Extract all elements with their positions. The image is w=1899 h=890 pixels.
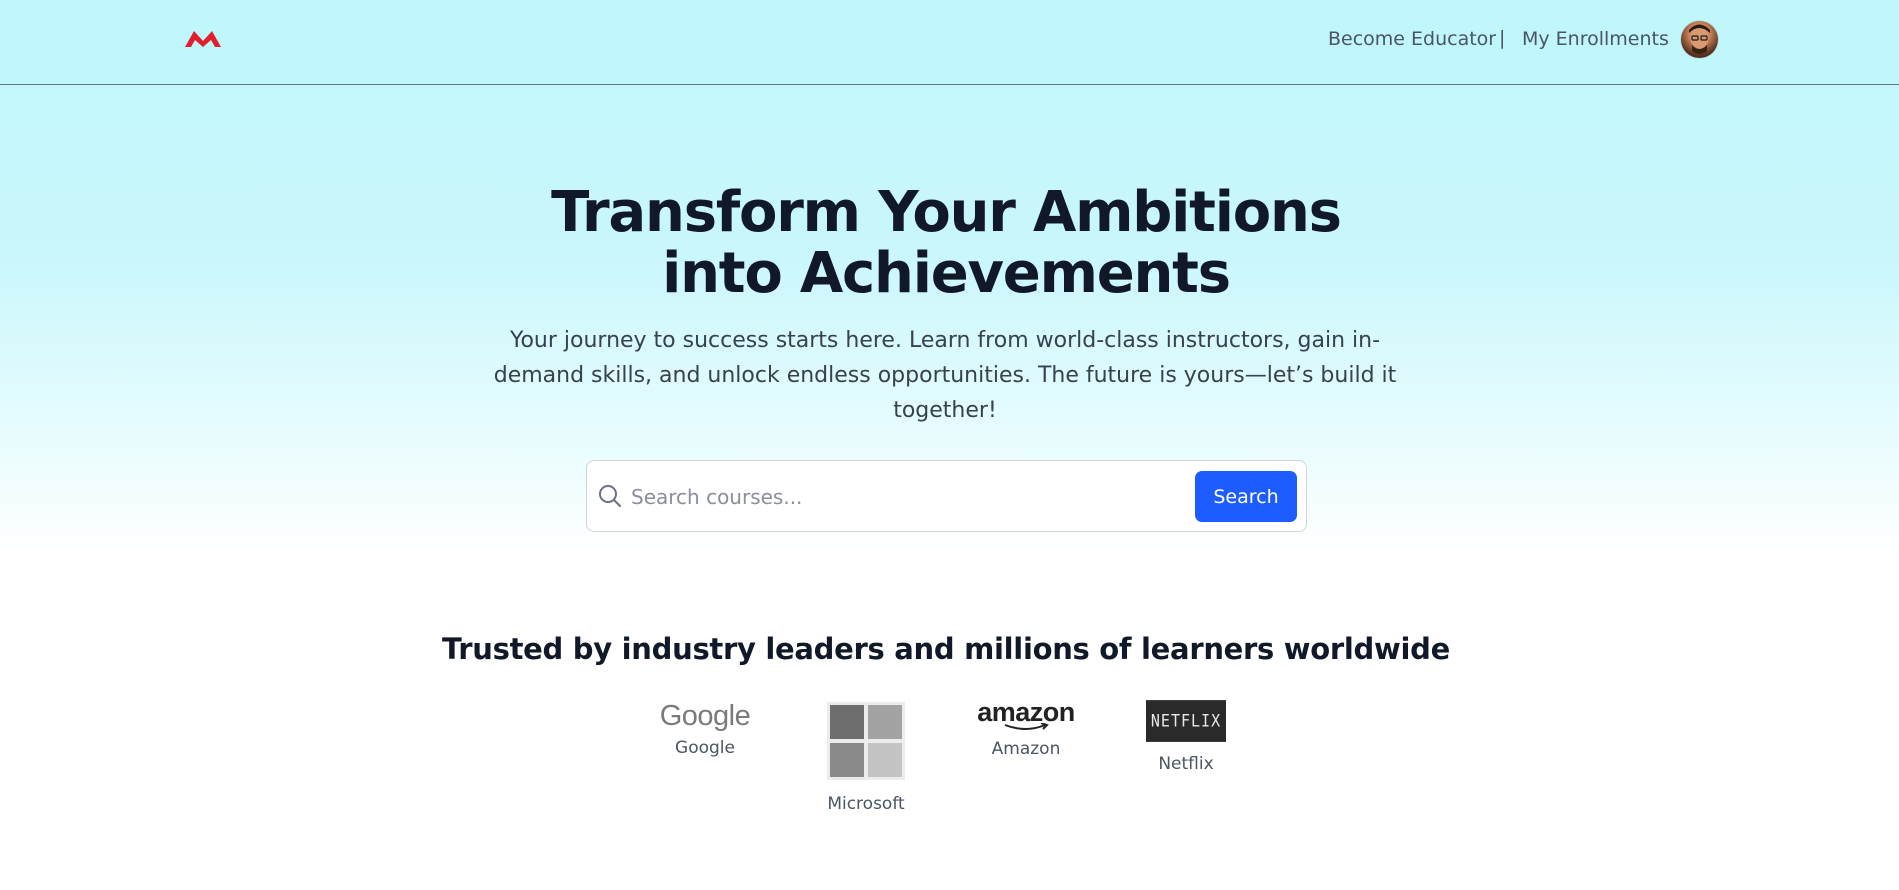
amazon-logo-icon: amazon [977, 697, 1075, 727]
brand-m-logo-icon[interactable] [184, 27, 222, 49]
microsoft-logo-icon [827, 702, 905, 780]
hero-title-line-2: into Achievements [662, 241, 1231, 306]
brand-microsoft: Microsoft [816, 702, 916, 814]
hero-subtitle: Your journey to success starts here. Lea… [493, 328, 1397, 423]
search-button[interactable]: Search [1195, 471, 1297, 522]
nav-separator: | [1499, 27, 1506, 49]
search-input[interactable] [631, 477, 1171, 517]
my-enrollments-link[interactable]: My Enrollments [1522, 28, 1669, 50]
avatar-face-icon [1689, 24, 1710, 54]
brand-label-netflix: Netflix [1158, 754, 1214, 774]
top-header: Become Educator | My Enrollments [0, 0, 1899, 85]
hero-title: Transform Your Ambitions into Achievemen… [0, 182, 1892, 304]
trusted-heading: Trusted by industry leaders and millions… [442, 632, 1450, 666]
brand-label-amazon: Amazon [991, 739, 1061, 759]
user-avatar-icon[interactable] [1681, 21, 1718, 58]
search-bar: Search [586, 460, 1307, 532]
hero-title-line-1: Transform Your Ambitions [551, 180, 1342, 245]
brand-label-google: Google [675, 738, 735, 758]
become-educator-link[interactable]: Become Educator [1328, 28, 1496, 50]
brand-netflix: NETFLIX Netflix [1136, 700, 1236, 774]
search-icon [599, 485, 621, 507]
netflix-logo-icon: NETFLIX [1146, 700, 1226, 742]
google-logo-icon: Google [659, 700, 751, 732]
brand-amazon: amazon Amazon [976, 697, 1076, 760]
brand-google: Google Google [655, 700, 755, 758]
brand-label-microsoft: Microsoft [827, 794, 905, 814]
